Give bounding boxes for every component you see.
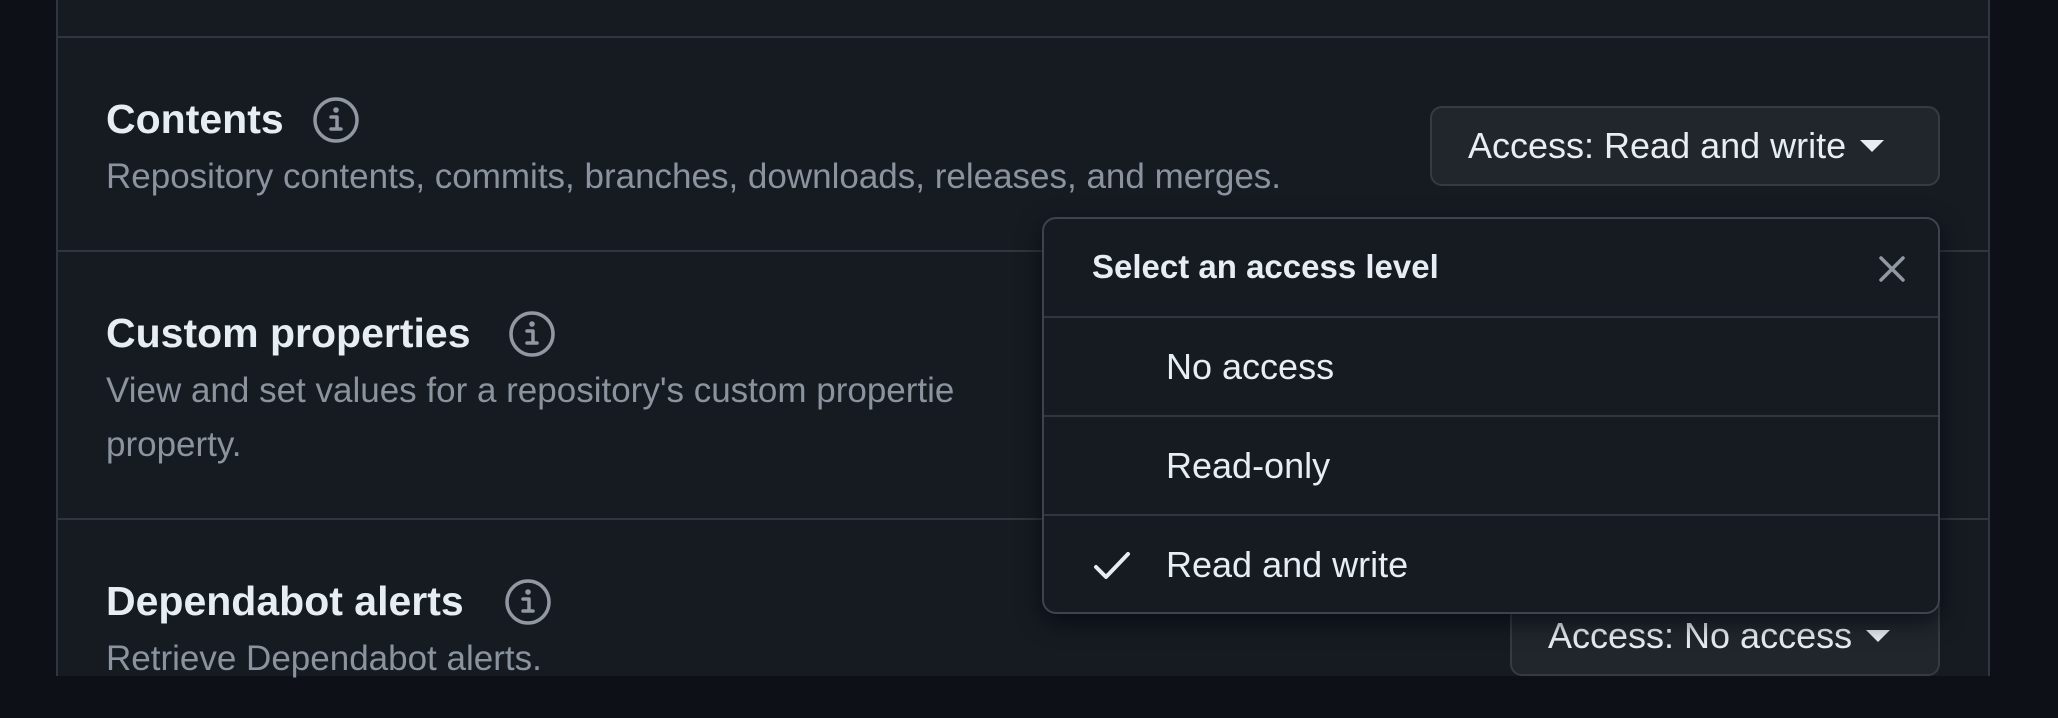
menu-option-label: Read and write	[1166, 544, 1409, 585]
permission-title: Contents	[106, 96, 284, 142]
permission-title: Custom properties	[106, 310, 471, 356]
caret-down-icon	[1860, 140, 1885, 152]
menu-option-read-and-write[interactable]: Read and write	[1044, 516, 1938, 612]
menu-header: Select an access level	[1044, 219, 1938, 318]
menu-option-read-only[interactable]: Read-only	[1044, 417, 1938, 516]
close-icon[interactable]	[1868, 245, 1916, 293]
info-icon[interactable]	[312, 96, 360, 144]
permission-description: Repository contents, commits, branches, …	[106, 157, 1282, 196]
info-icon[interactable]	[508, 310, 556, 358]
access-level-label: Access: No access	[1548, 615, 1853, 656]
access-level-button[interactable]: Access: Read and write	[1430, 106, 1940, 186]
permission-row-previous	[58, 0, 1988, 36]
permission-description: Retrieve Dependabot alerts.	[106, 639, 542, 678]
caret-down-icon	[1866, 630, 1891, 642]
access-level-label: Access: Read and write	[1468, 125, 1847, 166]
menu-option-label: No access	[1166, 346, 1335, 387]
info-icon[interactable]	[504, 578, 552, 626]
access-level-menu: Select an access level No access Read-on…	[1042, 217, 1940, 614]
menu-title: Select an access level	[1092, 248, 1439, 285]
menu-option-no-access[interactable]: No access	[1044, 318, 1938, 417]
menu-option-label: Read-only	[1166, 445, 1331, 486]
check-icon	[1094, 552, 1130, 579]
permission-title: Dependabot alerts	[106, 578, 464, 624]
